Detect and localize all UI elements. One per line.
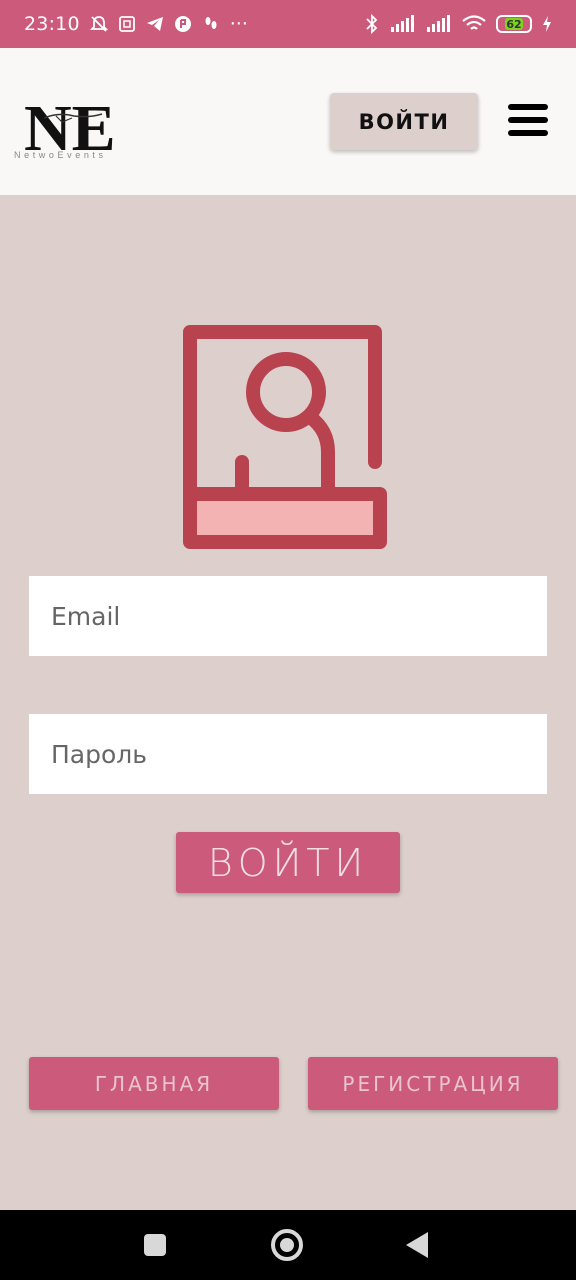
logo-subtitle: NetwoEvents	[14, 150, 107, 160]
login-submit-button[interactable]: ВОЙТИ	[176, 832, 400, 893]
home-button[interactable]: ГЛАВНАЯ	[29, 1057, 279, 1110]
home-circle-icon[interactable]	[271, 1229, 303, 1261]
signal-icon-2	[426, 15, 452, 33]
header-login-button[interactable]: ВОЙТИ	[330, 93, 478, 150]
signal-icon-1	[390, 15, 416, 33]
telegram-icon	[146, 15, 164, 33]
status-left: 23:10 ···	[24, 13, 248, 35]
hamburger-menu-icon[interactable]	[508, 104, 548, 138]
email-field[interactable]	[29, 576, 547, 656]
battery-level: 62	[504, 17, 524, 31]
register-button[interactable]: РЕГИСТРАЦИЯ	[308, 1057, 558, 1110]
password-input[interactable]	[51, 739, 547, 769]
email-input[interactable]	[51, 601, 547, 631]
clock: 23:10	[24, 13, 80, 35]
system-nav-bar	[0, 1210, 576, 1280]
status-bar: 23:10 ··· 62	[0, 0, 576, 48]
app-header: NE NetwoEvents ВОЙТИ	[0, 48, 576, 195]
bluetooth-icon	[364, 14, 380, 34]
footsteps-icon	[202, 15, 220, 33]
back-arrow-icon[interactable]	[406, 1232, 428, 1258]
password-field[interactable]	[29, 714, 547, 794]
mute-bell-icon	[89, 15, 108, 33]
charging-icon	[542, 16, 552, 32]
battery-icon: 62	[496, 15, 532, 33]
profile-card-icon	[180, 322, 394, 552]
recents-icon[interactable]	[144, 1234, 166, 1256]
wifi-icon	[462, 15, 486, 33]
sim-icon	[118, 15, 136, 33]
status-right: 62	[364, 14, 552, 34]
more-notifications: ···	[229, 13, 248, 35]
app-icon	[174, 15, 192, 33]
